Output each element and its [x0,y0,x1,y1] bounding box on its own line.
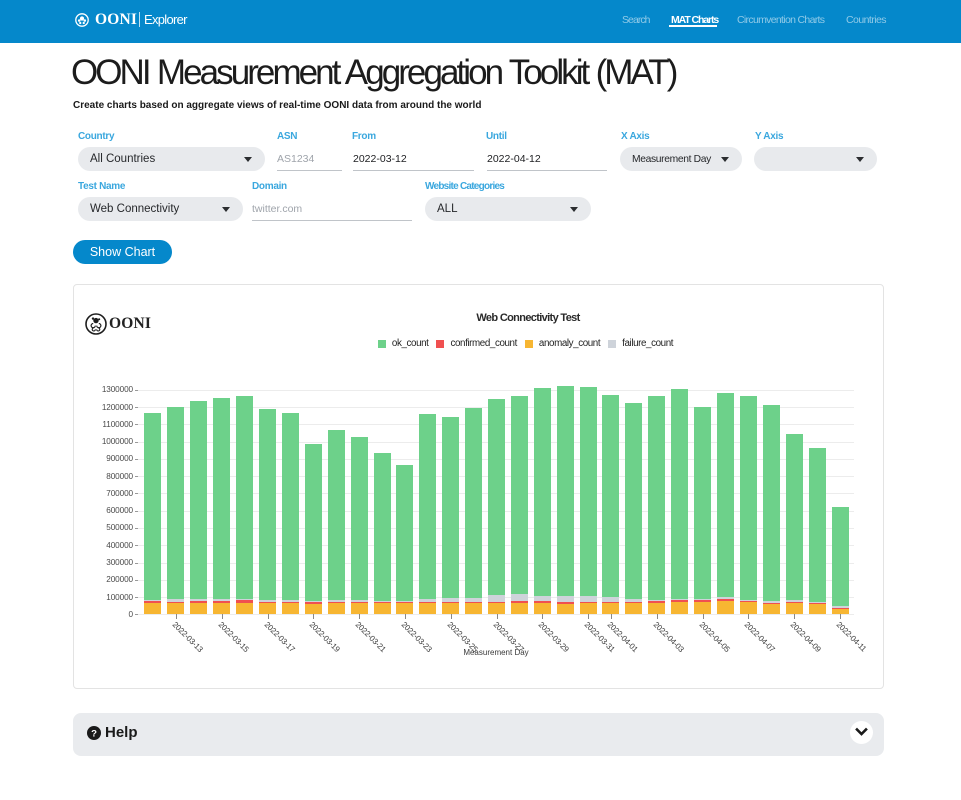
svg-text:?: ? [91,729,97,740]
